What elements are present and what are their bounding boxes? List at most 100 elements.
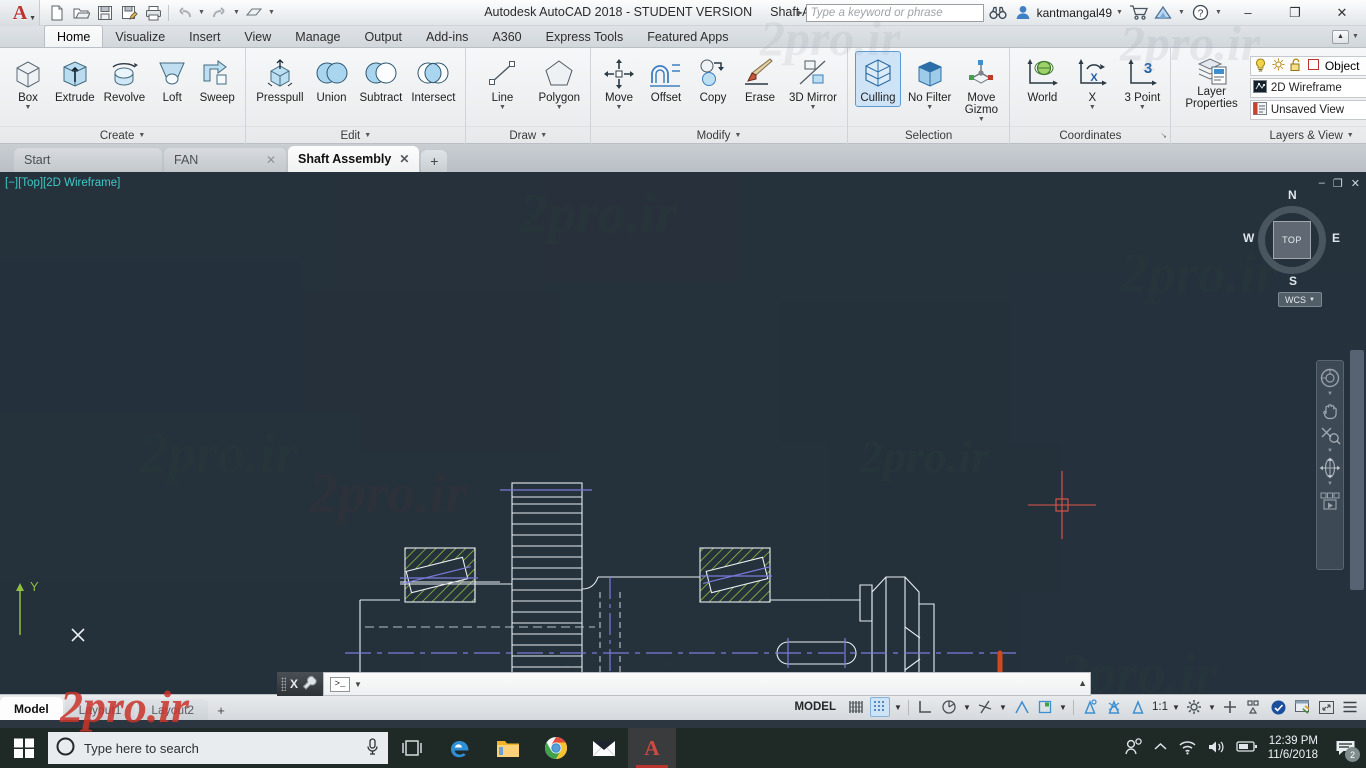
showmotion-icon[interactable] — [1318, 490, 1342, 512]
undo-icon[interactable] — [173, 2, 195, 24]
show-hidden-icons-icon[interactable] — [1153, 741, 1168, 756]
close-button[interactable]: ✕ — [1320, 0, 1364, 26]
ribbon-button-revolve[interactable]: Revolve — [100, 52, 150, 106]
view-cube-west-label[interactable]: W — [1243, 231, 1254, 245]
ribbon-button-move-gizmo[interactable]: Move Gizmo ▼ — [959, 52, 1003, 125]
clean-screen-icon[interactable] — [1292, 697, 1312, 717]
layer-unlock-icon[interactable] — [1290, 58, 1302, 75]
ribbon-button-presspull[interactable]: Presspull — [252, 52, 307, 106]
new-icon[interactable] — [46, 2, 68, 24]
layout-tab-layout1[interactable]: Layout1 — [65, 699, 136, 720]
viewport-config-label[interactable]: [−][Top][2D Wireframe] — [5, 177, 120, 189]
search-input[interactable]: Type a keyword or phrase — [806, 4, 984, 22]
panel-title-edit[interactable]: Edit ▼ — [246, 126, 465, 144]
expand-history-icon[interactable]: ▲ — [1078, 678, 1087, 688]
application-menu-button[interactable]: A ▼ — [0, 0, 40, 26]
mail-icon[interactable] — [580, 728, 628, 768]
battery-icon[interactable] — [1236, 740, 1258, 756]
layout-tab-model[interactable]: Model — [0, 697, 63, 720]
ribbon-button-polygon[interactable]: Polygon ▼ — [534, 52, 584, 113]
ribbon-button-ucs-3point[interactable]: 3 3 Point ▼ — [1120, 52, 1164, 113]
help-icon[interactable]: ? — [1189, 2, 1211, 24]
tab-output[interactable]: Output — [352, 26, 414, 47]
chevron-down-icon[interactable]: ▼ — [1089, 104, 1096, 111]
tab-a360[interactable]: A360 — [480, 26, 533, 47]
chevron-down-icon[interactable]: ▼ — [1139, 104, 1146, 111]
visual-style-selector[interactable]: 2D Wireframe ▼ — [1250, 78, 1366, 98]
chevron-down-icon[interactable]: ▼ — [354, 680, 362, 689]
ribbon-button-culling[interactable]: Culling — [856, 52, 900, 106]
wifi-icon[interactable] — [1178, 739, 1197, 758]
chevron-down-icon[interactable]: ▼ — [1327, 448, 1333, 455]
orbit-icon[interactable] — [1318, 457, 1342, 479]
undo-dropdown-icon[interactable]: ▼ — [197, 9, 206, 16]
panel-title-create[interactable]: Create ▼ — [0, 126, 245, 144]
redo-dropdown-icon[interactable]: ▼ — [232, 9, 241, 16]
dialog-launcher-icon[interactable]: ⭨ — [1161, 131, 1166, 141]
ribbon-button-box[interactable]: Box ▼ — [6, 52, 50, 113]
command-input[interactable]: >_ ▼ ▲ — [323, 672, 1091, 696]
tab-add-ins[interactable]: Add-ins — [414, 26, 480, 47]
command-line-grip[interactable]: X — [277, 672, 323, 696]
sheet-set-icon[interactable] — [243, 2, 265, 24]
annotation-scale-label[interactable]: 1:1 — [1152, 701, 1168, 713]
ribbon-button-3d-mirror[interactable]: 3D Mirror ▼ — [785, 52, 841, 113]
tab-insert[interactable]: Insert — [177, 26, 232, 47]
polar-tracking-icon[interactable] — [939, 697, 959, 717]
viewport-minimize-button[interactable]: – — [1319, 177, 1325, 190]
ribbon-button-ucs-x[interactable]: X X ▼ — [1070, 52, 1114, 113]
layer-on-bulb-icon[interactable] — [1254, 58, 1267, 75]
wcs-selector[interactable]: WCS ▼ — [1278, 292, 1322, 307]
ribbon-button-offset[interactable]: Offset — [644, 52, 688, 106]
ribbon-button-move[interactable]: Move ▼ — [597, 52, 641, 113]
grid-mode-icon[interactable] — [846, 697, 866, 717]
ribbon-button-no-filter[interactable]: No Filter ▼ — [904, 52, 955, 113]
steering-wheel-icon[interactable] — [1318, 367, 1342, 389]
view-cube-south-label[interactable]: S — [1289, 274, 1297, 288]
ribbon-button-copy[interactable]: Copy — [691, 52, 735, 106]
object-snap-tracking-icon[interactable] — [975, 697, 995, 717]
user-name-label[interactable]: kantmangal49 — [1037, 6, 1112, 20]
chevron-down-icon[interactable]: ▼ — [25, 104, 32, 111]
ortho-mode-icon[interactable] — [915, 697, 935, 717]
ribbon-button-intersect[interactable]: Intersect — [407, 52, 459, 106]
autoscale-icon[interactable] — [1104, 697, 1124, 717]
ribbon-minimize-icon[interactable]: ▲ — [1332, 30, 1349, 44]
tab-featured-apps[interactable]: Featured Apps — [635, 26, 740, 47]
view-cube-east-label[interactable]: E — [1332, 231, 1340, 245]
polar-dropdown-icon[interactable]: ▼ — [963, 703, 971, 712]
minimize-button[interactable]: – — [1226, 0, 1270, 26]
a360-dropdown-icon[interactable]: ▼ — [1177, 9, 1186, 16]
redo-icon[interactable] — [208, 2, 230, 24]
ribbon-button-world-ucs[interactable]: World — [1020, 52, 1064, 106]
task-view-icon[interactable] — [388, 728, 436, 768]
workspace-switching-icon[interactable] — [1184, 697, 1204, 717]
annotation-visibility-icon[interactable] — [1080, 697, 1100, 717]
chevron-down-icon[interactable]: ▼ — [556, 104, 563, 111]
tab-manage[interactable]: Manage — [283, 26, 352, 47]
panel-title-modify[interactable]: Modify ▼ — [591, 126, 847, 144]
drag-handle-icon[interactable] — [281, 677, 286, 691]
document-tab-shaft-assembly[interactable]: Shaft Assembly ✕ — [288, 146, 419, 172]
chevron-down-icon[interactable]: ▼ — [810, 104, 817, 111]
autodesk-a360-icon[interactable] — [1152, 2, 1174, 24]
chevron-down-icon[interactable]: ▼ — [1327, 391, 1333, 398]
tab-view[interactable]: View — [232, 26, 283, 47]
ribbon-minimize-dropdown-icon[interactable]: ▼ — [1351, 33, 1360, 40]
pan-icon[interactable] — [1318, 400, 1342, 422]
ribbon-button-layer-properties[interactable]: Layer Properties — [1181, 52, 1241, 112]
chevron-down-icon[interactable]: ▼ — [978, 116, 985, 123]
plot-icon[interactable] — [142, 2, 164, 24]
workspace-dropdown-icon[interactable]: ▼ — [1208, 703, 1216, 712]
lineweight-icon[interactable] — [1035, 697, 1055, 717]
search-binoculars-icon[interactable] — [987, 2, 1009, 24]
chevron-down-icon[interactable]: ▼ — [1327, 481, 1333, 488]
layer-selector[interactable]: Object ▼ — [1250, 56, 1366, 76]
view-selector[interactable]: Unsaved View ▼ — [1250, 100, 1366, 120]
close-icon[interactable]: ✕ — [266, 153, 276, 167]
save-icon[interactable] — [94, 2, 116, 24]
document-tab-start[interactable]: Start — [14, 148, 162, 172]
taskbar-search-input[interactable]: Type here to search — [48, 732, 388, 764]
customize-icon[interactable] — [302, 675, 318, 694]
help-dropdown-icon[interactable]: ▼ — [1214, 9, 1223, 16]
